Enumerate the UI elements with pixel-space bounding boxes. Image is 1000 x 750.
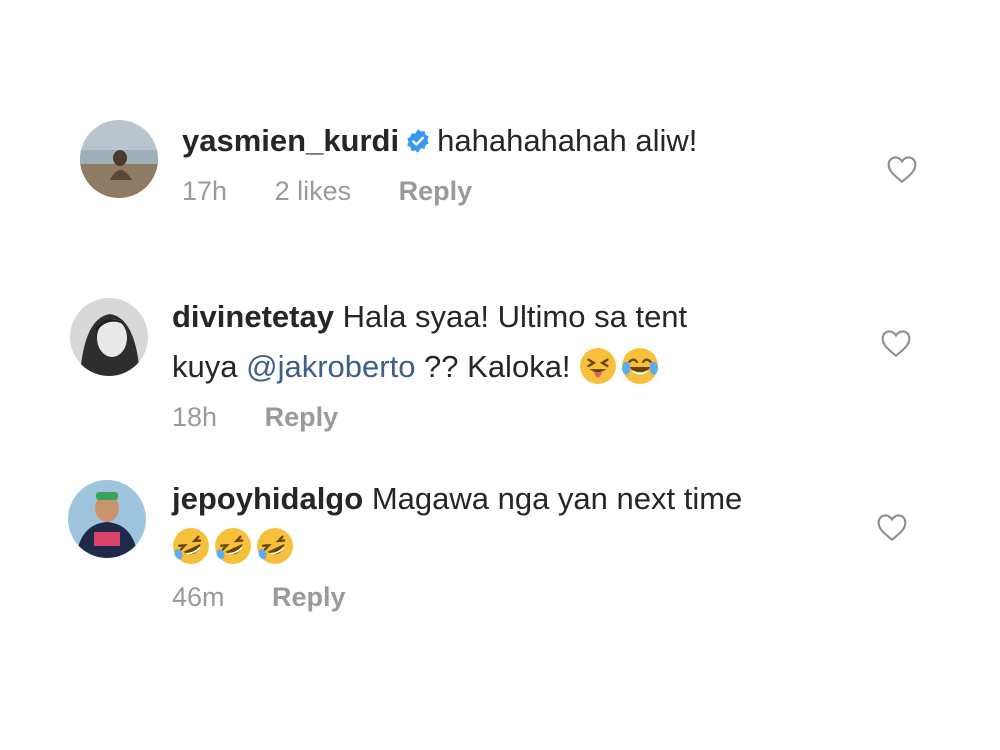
comment-message: hahahahahah aliw!: [437, 123, 698, 158]
rolling-on-floor-laughing-icon: [257, 528, 293, 564]
comment-text-line2: kuya @jakroberto ?? Kaloka!: [172, 346, 687, 388]
reply-button[interactable]: Reply: [272, 582, 346, 612]
comment-body: yasmien_kurdi hahahahahah aliw! 17h 2 lik…: [182, 120, 697, 207]
comment-username[interactable]: yasmien_kurdi: [182, 123, 399, 158]
avatar-photo-beach-icon: [80, 120, 158, 198]
heart-icon[interactable]: [886, 154, 918, 184]
avatar[interactable]: [80, 120, 158, 198]
comment-time: 17h: [182, 176, 228, 206]
face-with-tears-of-joy-icon: [622, 348, 659, 384]
comment-message: Hala syaa! Ultimo sa tent: [342, 299, 688, 334]
comment-text: jepoyhidalgo Magawa nga yan next time: [172, 478, 742, 520]
comment-message-suffix: ?? Kaloka!: [415, 349, 580, 384]
comment-meta: 17h 2 likes Reply: [182, 176, 697, 207]
comment-meta: 46m Reply: [172, 582, 742, 613]
comment-text: yasmien_kurdi hahahahahah aliw!: [182, 120, 697, 162]
comment-message-prefix: kuya: [172, 349, 247, 384]
reply-button[interactable]: Reply: [399, 176, 473, 206]
heart-icon[interactable]: [876, 512, 908, 542]
comment-meta: 18h Reply: [172, 402, 687, 433]
rolling-on-floor-laughing-icon: [215, 528, 251, 564]
reply-button[interactable]: Reply: [265, 402, 339, 432]
avatar[interactable]: [70, 298, 148, 376]
avatar-photo-jersey-icon: [68, 480, 146, 558]
comment-emoji-line: [172, 526, 742, 568]
comment-body: divinetetay Hala syaa! Ultimo sa tent ku…: [172, 296, 687, 433]
comment-message: Magawa nga yan next time: [371, 481, 743, 516]
comment-time: 46m: [172, 582, 225, 612]
comment-username[interactable]: jepoyhidalgo: [172, 481, 363, 516]
avatar[interactable]: [68, 480, 146, 558]
mention-link[interactable]: @jakroberto: [246, 349, 415, 384]
comment-likes[interactable]: 2 likes: [275, 176, 352, 206]
avatar-photo-bw-portrait-icon: [70, 298, 148, 376]
squinting-face-with-tongue-icon: [580, 348, 617, 384]
comment-time: 18h: [172, 402, 218, 432]
verified-badge-icon: [407, 129, 429, 153]
rolling-on-floor-laughing-icon: [173, 528, 209, 564]
comment-text: divinetetay Hala syaa! Ultimo sa tent: [172, 296, 687, 338]
comment-username[interactable]: divinetetay: [172, 299, 334, 334]
heart-icon[interactable]: [880, 328, 912, 358]
comment-body: jepoyhidalgo Magawa nga yan next time 46…: [172, 478, 742, 613]
